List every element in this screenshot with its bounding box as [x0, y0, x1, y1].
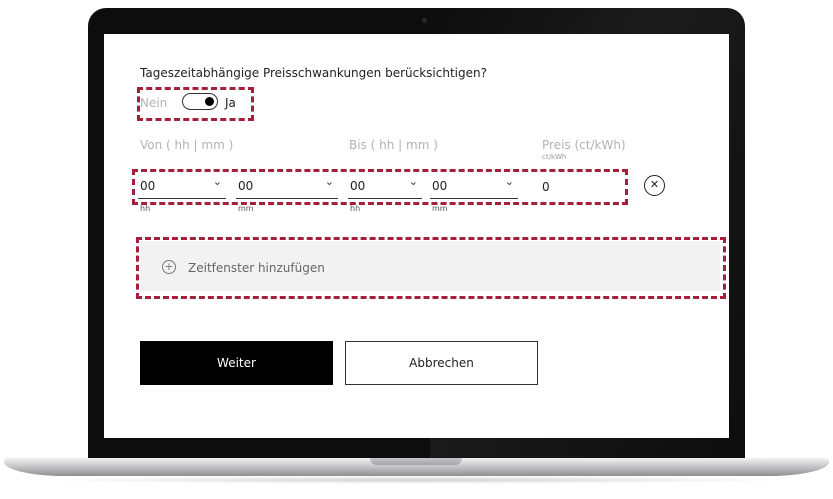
chevron-down-icon: ⌄ — [212, 175, 222, 188]
laptop-screen: Tageszeitabhängige Preisschwankungen ber… — [104, 34, 729, 438]
price-variation-toggle[interactable] — [182, 93, 218, 110]
close-icon: ✕ — [649, 178, 660, 191]
from-minutes-select[interactable]: 00 ⌄ mm — [236, 175, 338, 213]
add-time-window-button[interactable]: + Zeitfenster hinzufügen — [140, 241, 720, 291]
next-button[interactable]: Weiter — [140, 341, 333, 385]
price-unit-label: ct/kWh — [542, 153, 567, 161]
toggle-off-label: Nein — [140, 96, 168, 110]
from-hours-unit: hh — [140, 204, 151, 213]
to-minutes-value: 00 — [432, 179, 448, 193]
cancel-button[interactable]: Abbrechen — [345, 341, 538, 385]
price-input[interactable]: 0 — [542, 180, 550, 194]
price-column-header: Preis (ct/kWh) — [542, 138, 626, 152]
to-hours-value: 00 — [350, 179, 366, 193]
from-minutes-unit: mm — [238, 204, 254, 213]
to-column-header: Bis ( hh | mm ) — [349, 138, 438, 152]
price-variation-question: Tageszeitabhängige Preisschwankungen ber… — [140, 66, 487, 80]
chevron-down-icon: ⌄ — [504, 175, 514, 188]
from-minutes-value: 00 — [238, 179, 254, 193]
to-minutes-select[interactable]: 00 ⌄ mm — [430, 175, 518, 213]
from-hours-value: 00 — [140, 179, 156, 193]
chevron-down-icon: ⌄ — [408, 175, 418, 188]
laptop-shadow — [40, 476, 793, 484]
from-column-header: Von ( hh | mm ) — [140, 138, 234, 152]
from-hours-select[interactable]: 00 ⌄ hh — [138, 175, 226, 213]
chevron-down-icon: ⌄ — [324, 175, 334, 188]
remove-time-window-button[interactable]: ✕ — [644, 175, 665, 196]
toggle-on-label: Ja — [225, 96, 236, 110]
camera-icon — [422, 18, 427, 23]
plus-circle-icon: + — [162, 260, 176, 274]
to-hours-unit: hh — [350, 204, 361, 213]
laptop-base-notch — [370, 458, 462, 465]
toggle-knob — [205, 97, 214, 106]
add-time-window-label: Zeitfenster hinzufügen — [188, 261, 325, 275]
to-minutes-unit: mm — [432, 204, 448, 213]
to-hours-select[interactable]: 00 ⌄ hh — [348, 175, 422, 213]
